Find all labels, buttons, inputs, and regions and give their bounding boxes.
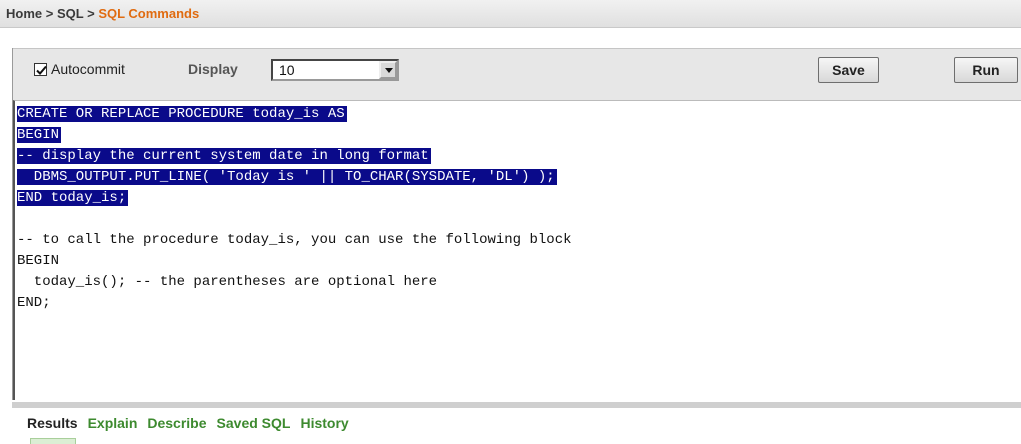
- autocommit-checkbox[interactable]: [34, 62, 47, 76]
- command-toolbar: Autocommit Display 10 Save Run: [13, 48, 1021, 100]
- selected-code-text: -- display the current system date in lo…: [17, 148, 431, 164]
- breadcrumb: Home > SQL > SQL Commands: [0, 0, 1021, 28]
- autocommit-toggle[interactable]: Autocommit: [34, 61, 125, 77]
- selected-code-text: DBMS_OUTPUT.PUT_LINE( 'Today is ' || TO_…: [17, 169, 557, 185]
- display-rows-select[interactable]: 10: [271, 59, 399, 81]
- breadcrumb-sql-link[interactable]: SQL: [57, 6, 84, 21]
- code-line[interactable]: -- to call the procedure today_is, you c…: [15, 230, 1021, 251]
- tab-history[interactable]: History: [300, 415, 348, 431]
- chevron-down-icon: [385, 68, 393, 73]
- breadcrumb-separator: >: [87, 6, 95, 21]
- code-line[interactable]: END;: [15, 293, 1021, 314]
- results-divider: [12, 402, 1021, 408]
- code-text: BEGIN: [17, 253, 60, 269]
- selected-code-text: END today_is;: [17, 190, 129, 206]
- select-dropdown-button[interactable]: [379, 61, 397, 79]
- results-tab-indicator: [30, 438, 76, 444]
- code-line[interactable]: -- display the current system date in lo…: [15, 146, 1021, 167]
- code-line[interactable]: [15, 209, 1021, 230]
- code-line[interactable]: today_is(); -- the parentheses are optio…: [15, 272, 1021, 293]
- save-button[interactable]: Save: [818, 57, 879, 83]
- code-line[interactable]: BEGIN: [15, 125, 1021, 146]
- code-line[interactable]: CREATE OR REPLACE PROCEDURE today_is AS: [15, 104, 1021, 125]
- run-button[interactable]: Run: [954, 57, 1018, 83]
- tab-explain[interactable]: Explain: [88, 415, 138, 431]
- selected-code-text: BEGIN: [17, 127, 62, 143]
- sql-editor[interactable]: CREATE OR REPLACE PROCEDURE today_is AS B…: [13, 100, 1021, 400]
- breadcrumb-home-link[interactable]: Home: [6, 6, 42, 21]
- tab-saved-sql[interactable]: Saved SQL: [217, 415, 291, 431]
- sql-command-panel: Autocommit Display 10 Save Run CREATE OR…: [12, 48, 1021, 400]
- tab-describe[interactable]: Describe: [147, 415, 206, 431]
- code-text: END;: [17, 295, 51, 311]
- code-text: -- to call the procedure today_is, you c…: [17, 232, 572, 248]
- breadcrumb-separator: >: [45, 6, 54, 21]
- display-label: Display: [188, 61, 238, 77]
- tab-results[interactable]: Results: [27, 415, 78, 431]
- results-tabs: Results Explain Describe Saved SQL History: [27, 415, 349, 431]
- code-line[interactable]: DBMS_OUTPUT.PUT_LINE( 'Today is ' || TO_…: [15, 167, 1021, 188]
- display-rows-value: 10: [279, 62, 295, 78]
- autocommit-label: Autocommit: [51, 61, 125, 77]
- check-icon: [36, 65, 47, 75]
- selected-code-text: CREATE OR REPLACE PROCEDURE today_is AS: [17, 106, 347, 122]
- code-line[interactable]: END today_is;: [15, 188, 1021, 209]
- breadcrumb-current-page: SQL Commands: [98, 6, 200, 21]
- code-line[interactable]: BEGIN: [15, 251, 1021, 272]
- code-text: today_is(); -- the parentheses are optio…: [17, 274, 438, 290]
